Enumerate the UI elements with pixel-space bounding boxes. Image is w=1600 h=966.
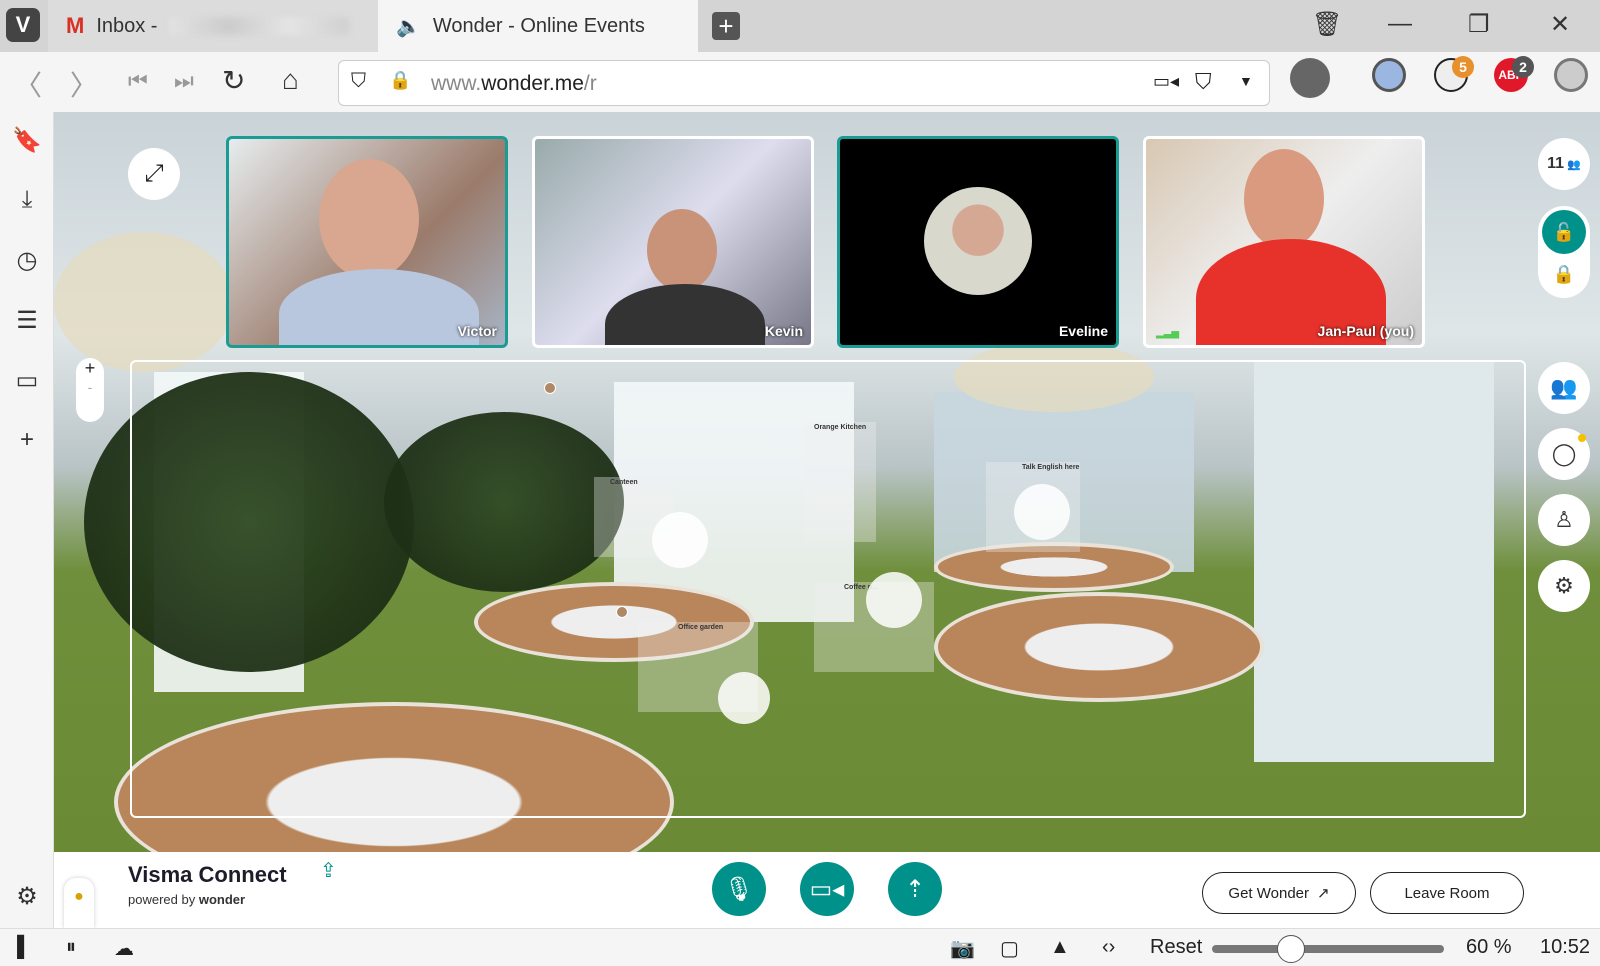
zoom-slider[interactable] [1212,935,1444,963]
video-tile-victor[interactable]: Victor [226,136,508,348]
participant-avatar [924,187,1032,295]
map-zoom-control: + - [76,358,104,422]
panel-toggle-icon[interactable]: ▐ [10,936,24,959]
participant-body [605,284,765,345]
vivaldi-menu-button[interactable]: V [6,8,40,42]
zoom-level: 60 % [1466,936,1512,958]
unread-dot [1578,434,1586,442]
trash-icon[interactable]: 🗑 [1312,10,1342,39]
address-toolbar: 〈 〉 ⏮ ⏭ ↻ ⌂ ⛉ 🔒 www.wonder.me/r ▭◂ ⛉ ▼ 5… [0,52,1600,112]
room-title: Visma Connect [128,862,287,887]
tab-inbox[interactable]: M Inbox - [48,0,378,52]
video-tile-jan-paul[interactable]: ▂▃▅ Jan-Paul (you) [1143,136,1425,348]
zoom-out-button[interactable]: - [76,379,104,395]
window-icon[interactable]: ▢ [1000,936,1019,961]
tile-name: Jan-Paul (you) [1317,323,1414,339]
image-icon[interactable]: ▲ [1050,936,1070,959]
zoom-reset-button[interactable]: Reset [1150,936,1202,959]
screenshot-camera-icon[interactable]: 📷 [950,936,975,961]
bookmark-icon[interactable]: ⛉ [1195,69,1212,95]
signal-strength-icon: ▂▃▅ [1156,328,1180,339]
profile-avatar-icon[interactable] [1290,58,1330,98]
unlock-icon[interactable]: 🔓 [1542,210,1586,254]
dropdown-icon[interactable]: ▼ [1239,73,1253,89]
tile-name: Kevin [764,323,803,339]
adblock-badge: 2 [1512,56,1534,78]
gmail-icon: M [66,13,85,38]
reload-button[interactable]: ↻ [222,64,245,97]
share-icon[interactable]: ⇪ [320,858,337,883]
settings-gear-icon[interactable]: ⚙ [12,882,42,911]
speaker-icon: 🔈 [396,15,421,38]
chat-icon[interactable]: ◯ [1538,428,1590,480]
zoom-slider-handle[interactable] [1277,935,1306,963]
tab-bar: V M Inbox - 🔈 Wonder - Online Events + 🗑… [0,0,1600,52]
sync-cloud-icon[interactable]: ☁ [114,936,134,961]
fullscreen-expand-icon[interactable]: ⤢ [128,148,180,200]
tile-name: Eveline [1058,323,1108,339]
participant-count-button[interactable]: 11 👥 [1538,138,1590,190]
cookie-icon[interactable]: ● [64,878,94,928]
settings-gear-icon[interactable]: ⚙ [1538,560,1590,612]
add-panel-icon[interactable]: + [12,426,42,454]
back-button[interactable]: 〈 [14,64,42,104]
minimize-button[interactable]: — [1388,10,1412,38]
room-viewport-frame [130,360,1526,818]
lock-extension-icon[interactable] [1372,58,1406,92]
video-tile-kevin[interactable]: Kevin [532,136,814,348]
leave-room-button[interactable]: Leave Room [1370,872,1524,914]
room-canvas[interactable]: Canteen Orange Kitchen Talk English here… [54,112,1600,852]
video-tile-eveline[interactable]: Eveline [837,136,1119,348]
participant-body [279,269,479,345]
history-panel-icon[interactable]: ◷ [12,246,42,275]
fast-forward-button[interactable]: ⏭ [174,68,194,94]
clock: 10:52 [1540,936,1591,958]
status-bar: ▐ ⏸ ☁ 📷 ▢ ▲ ‹› Reset 60 % 10:52 [0,928,1600,966]
camera-icon[interactable]: ▭◂ [1153,71,1179,92]
page-actions-icon[interactable]: ‹› [1102,936,1115,959]
zoom-in-button[interactable]: + [76,358,104,379]
external-link-icon: ↗ [1317,885,1330,902]
tab-wonder[interactable]: 🔈 Wonder - Online Events [378,0,698,52]
address-bar[interactable]: ⛉ 🔒 www.wonder.me/r ▭◂ ⛉ ▼ [338,60,1270,106]
participant-video [1244,149,1324,249]
shield-icon[interactable]: ⛉ [351,70,366,93]
window-panel-icon[interactable]: ▭ [12,366,42,395]
rewind-button[interactable]: ⏮ [128,68,148,94]
get-wonder-button[interactable]: Get Wonder ↗ [1202,872,1356,914]
tab-tiling-icon[interactable]: ⏸ [66,936,76,959]
key-extension-icon[interactable] [1554,58,1588,92]
camera-button[interactable]: ▭◂ [800,862,854,916]
tile-name: Victor [457,323,497,339]
maximize-button[interactable]: ❐ [1468,10,1490,39]
people-icon[interactable]: 👥 [1538,362,1590,414]
url-text[interactable]: www.wonder.me/r [431,72,597,96]
host-icon[interactable]: ♙ [1538,494,1590,546]
powered-by: powered by wonder [128,892,246,907]
home-button[interactable]: ⌂ [282,64,299,96]
room-footer: Visma Connect ⇪ powered by wonder ● 🎙 ▭◂… [54,852,1600,928]
browser-sidebar: 🔖 ⤓ ◷ ☰ ▭ + ⚙ [0,112,54,928]
close-button[interactable]: ✕ [1550,10,1570,39]
badger-badge: 5 [1452,56,1474,78]
people-icon: 👥 [1564,158,1581,171]
microphone-button[interactable]: 🎙 [712,862,766,916]
lock-toggle[interactable]: 🔓 🔒 [1538,206,1590,298]
blurred-email [169,17,350,35]
lamp [54,232,234,372]
new-tab-button[interactable]: + [712,12,740,40]
participant-video [647,209,717,291]
bookmarks-panel-icon[interactable]: 🔖 [12,126,42,155]
participant-video [319,159,419,279]
screen-share-button[interactable]: ⇡ [888,862,942,916]
lock-icon[interactable]: 🔒 [1542,254,1586,294]
notes-panel-icon[interactable]: ☰ [12,306,42,335]
forward-button[interactable]: 〉 [70,64,98,104]
downloads-panel-icon[interactable]: ⤓ [12,186,42,214]
lock-icon[interactable]: 🔒 [389,70,411,91]
